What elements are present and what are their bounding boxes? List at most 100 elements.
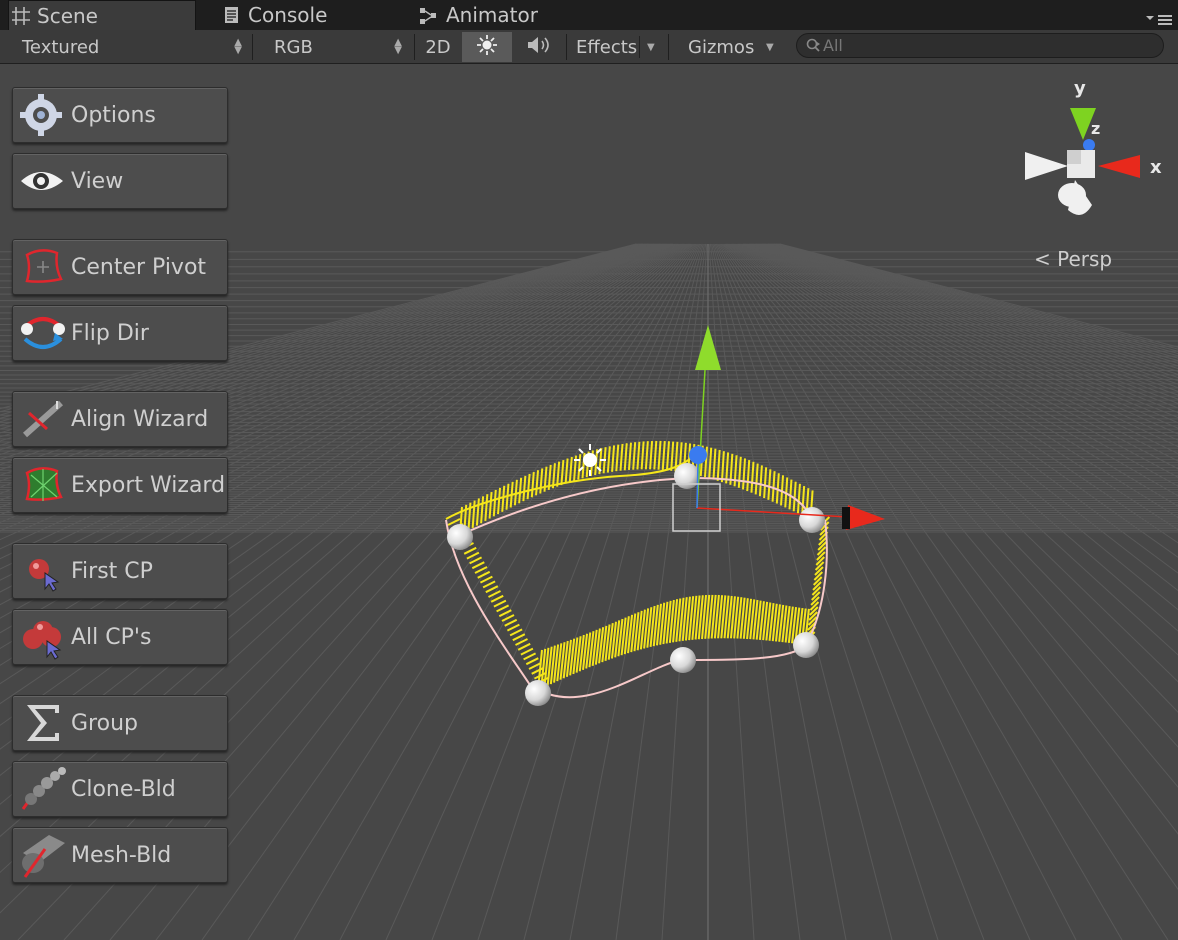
export-wizard-icon: [19, 461, 67, 509]
ribbon-segment: [482, 580, 496, 589]
chevron-down-icon: ▼: [766, 41, 774, 53]
tab-animator-label: Animator: [446, 3, 538, 27]
align-wizard-button[interactable]: Align Wizard: [12, 391, 228, 447]
projection-label: Persp: [1057, 247, 1113, 271]
projection-toggle[interactable]: < Persp: [1034, 247, 1112, 271]
shading-mode-dropdown[interactable]: Textured ▲ ▼: [10, 32, 250, 62]
grid-line: [724, 243, 1178, 748]
grid-icon: [9, 4, 33, 28]
tab-console[interactable]: Console: [220, 0, 327, 30]
search-icon: [805, 34, 823, 63]
ribbon-segment: [750, 461, 755, 493]
clone-bld-button[interactable]: Clone-Bld: [12, 761, 228, 817]
ribbon-segment: [493, 599, 507, 608]
tab-scene[interactable]: Scene: [8, 0, 196, 30]
ribbon-segment: [520, 647, 534, 656]
all-cps-label: All CP's: [71, 624, 152, 650]
ribbon-segment: [737, 456, 742, 488]
grid-line: [769, 243, 1178, 370]
first-cp-label: First CP: [71, 558, 153, 584]
ribbon-segment: [517, 642, 531, 651]
flip-dir-label: Flip Dir: [71, 320, 149, 346]
orientation-gizmo[interactable]: [1025, 108, 1140, 215]
ribbon-segment: [522, 475, 527, 502]
ribbon-segment: [513, 479, 518, 506]
render-mode-label: RGB: [274, 36, 313, 58]
search-placeholder: All: [823, 36, 843, 55]
ribbon-segment: [506, 623, 520, 632]
chevron-left-icon: <: [1034, 247, 1051, 271]
all-cps-button[interactable]: All CP's: [12, 609, 228, 665]
center-pivot-label: Center Pivot: [71, 254, 207, 280]
mesh-bld-button[interactable]: Mesh-Bld: [12, 827, 228, 883]
grid-line: [385, 243, 701, 940]
toolbar-divider: [252, 34, 253, 60]
gizmos-dropdown[interactable]: Gizmos ▼: [678, 32, 782, 62]
grid-line: [772, 243, 1178, 362]
center-pivot-icon: [19, 243, 67, 291]
effects-split-divider: [639, 36, 640, 58]
ribbon-segment: [560, 459, 565, 486]
ribbon-segment: [763, 467, 768, 499]
2d-toggle[interactable]: 2D: [415, 32, 461, 62]
clone-bld-label: Clone-Bld: [71, 776, 176, 802]
grid-line: [717, 243, 1077, 940]
align-wizard-label: Align Wizard: [71, 406, 209, 432]
effects-label: Effects: [576, 36, 638, 58]
2d-label: 2D: [425, 36, 451, 58]
grid-line: [715, 243, 1031, 940]
grid-line: [753, 243, 1178, 419]
mesh-build-icon: [19, 831, 67, 879]
chevron-down-icon: ▼: [647, 41, 655, 53]
render-mode-dropdown[interactable]: RGB ▲ ▼: [262, 32, 410, 62]
ribbon-segment: [665, 441, 670, 471]
first-cp-icon: [19, 547, 67, 595]
options-button[interactable]: Options: [12, 87, 228, 143]
ribbon-segment: [512, 633, 526, 642]
tab-animator[interactable]: Animator: [418, 0, 538, 30]
center-pivot-button[interactable]: Center Pivot: [12, 239, 228, 295]
all-cps-icon: [19, 613, 67, 661]
ribbon-segment: [501, 614, 515, 622]
console-icon: [220, 3, 244, 27]
updown-arrow-icon: ▲ ▼: [234, 37, 242, 56]
options-label: Options: [71, 102, 156, 128]
lighting-toggle[interactable]: [462, 32, 512, 62]
axis-x-label: x: [1150, 157, 1162, 178]
shading-mode-label: Textured: [22, 36, 100, 58]
effects-dropdown[interactable]: Effects ▼: [567, 32, 663, 62]
mesh-bld-label: Mesh-Bld: [71, 842, 172, 868]
axis-z-label: z: [1091, 119, 1101, 138]
flip-dir-button[interactable]: Flip Dir: [12, 305, 228, 361]
axis-y-label: y: [1074, 78, 1086, 99]
first-cp-button[interactable]: First CP: [12, 543, 228, 599]
audio-toggle[interactable]: [514, 32, 564, 62]
grid-line: [712, 243, 893, 940]
ribbon-segment: [716, 449, 721, 481]
grid-line: [766, 243, 1178, 375]
ribbon-segment: [767, 469, 772, 500]
grid-line: [770, 243, 1178, 367]
scene-viewport[interactable]: y z x < Persp Options View Center Pivot …: [0, 64, 1178, 940]
export-wizard-button[interactable]: Export Wizard: [12, 457, 228, 513]
ribbon-segment: [523, 652, 537, 661]
grid-line: [771, 243, 1178, 364]
ribbon-segment: [509, 481, 514, 508]
ribbon-segment: [606, 446, 611, 473]
flip-direction-icon: [19, 309, 67, 357]
group-button[interactable]: Group: [12, 695, 228, 751]
sun-icon: [475, 33, 499, 62]
animator-icon: [418, 3, 442, 27]
panel-menu-icon[interactable]: [1144, 12, 1174, 28]
view-button[interactable]: View: [12, 153, 228, 209]
eye-icon: [19, 157, 67, 205]
search-input[interactable]: All: [796, 33, 1164, 58]
ribbon-segment: [509, 628, 523, 637]
ribbon-segment: [469, 556, 483, 565]
toolbar-divider: [668, 34, 669, 60]
grid-line: [523, 243, 704, 940]
ribbon-segment: [708, 447, 713, 479]
grid-line: [201, 243, 696, 940]
align-wizard-icon: [19, 395, 67, 443]
grid-line: [339, 243, 699, 940]
